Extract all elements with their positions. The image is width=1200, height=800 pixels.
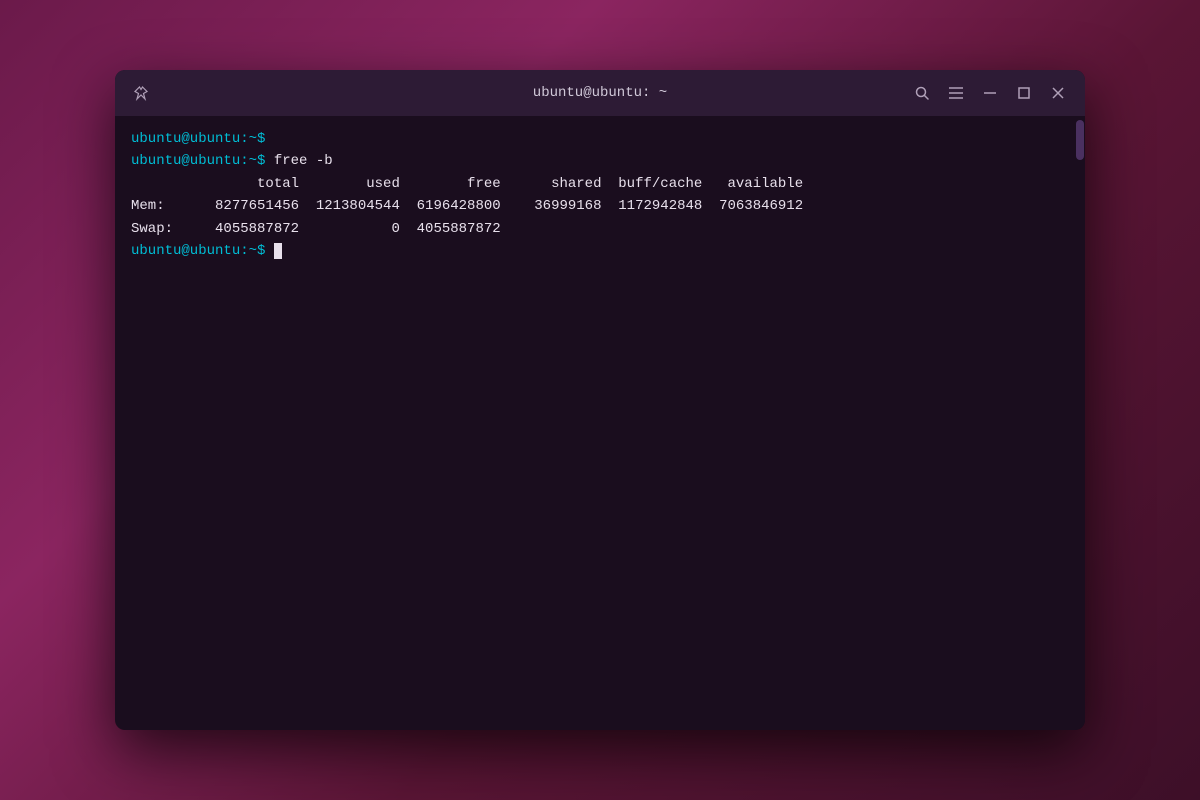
terminal-line-5: Swap: 4055887872 0 4055887872 [131, 218, 1059, 240]
output-swap: Swap: 4055887872 0 4055887872 [131, 221, 501, 237]
maximize-button[interactable] [1009, 78, 1039, 108]
pin-icon[interactable] [127, 79, 155, 107]
terminal-line-1: ubuntu@ubuntu:~$ [131, 128, 1059, 150]
output-header: total used free shared buff/cache availa… [131, 176, 803, 192]
titlebar: ubuntu@ubuntu: ~ [115, 70, 1085, 116]
command-3 [265, 243, 273, 259]
cursor [274, 243, 282, 259]
command-2: free -b [265, 153, 332, 169]
terminal-window: ubuntu@ubuntu: ~ [115, 70, 1085, 730]
terminal-wrapper: ubuntu@ubuntu:~$ ubuntu@ubuntu:~$ free -… [115, 116, 1085, 730]
menu-button[interactable] [941, 78, 971, 108]
window-title: ubuntu@ubuntu: ~ [533, 85, 667, 101]
output-mem: Mem: 8277651456 1213804544 6196428800 36… [131, 198, 803, 214]
titlebar-controls [907, 78, 1073, 108]
terminal-line-6: ubuntu@ubuntu:~$ [131, 240, 1059, 262]
prompt-2: ubuntu@ubuntu:~$ [131, 153, 265, 169]
search-button[interactable] [907, 78, 937, 108]
scrollbar-thumb[interactable] [1076, 120, 1084, 160]
terminal-line-4: Mem: 8277651456 1213804544 6196428800 36… [131, 195, 1059, 217]
terminal-content[interactable]: ubuntu@ubuntu:~$ ubuntu@ubuntu:~$ free -… [115, 116, 1075, 730]
scrollbar-track[interactable] [1075, 116, 1085, 730]
terminal-line-2: ubuntu@ubuntu:~$ free -b [131, 150, 1059, 172]
terminal-line-3: total used free shared buff/cache availa… [131, 173, 1059, 195]
prompt-3: ubuntu@ubuntu:~$ [131, 243, 265, 259]
prompt-1: ubuntu@ubuntu:~$ [131, 131, 265, 147]
close-button[interactable] [1043, 78, 1073, 108]
minimize-button[interactable] [975, 78, 1005, 108]
titlebar-left [127, 79, 155, 107]
